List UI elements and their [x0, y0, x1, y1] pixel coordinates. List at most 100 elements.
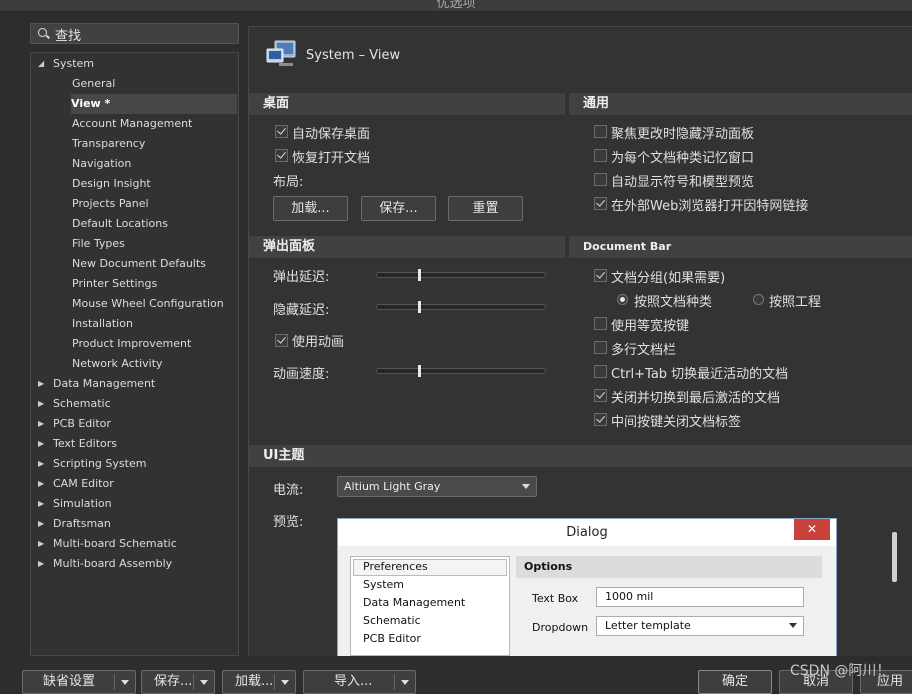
- theme-select[interactable]: Altium Light Gray: [337, 476, 537, 497]
- save-layout-button[interactable]: 保存...: [361, 196, 436, 221]
- ok-button[interactable]: 确定: [698, 670, 772, 694]
- ctrl-tab-checkbox[interactable]: [594, 365, 607, 378]
- theme-current-label: 电流:: [273, 483, 304, 498]
- collapsed-arrow-icon[interactable]: ▶: [38, 514, 44, 534]
- equal-width-checkbox[interactable]: [594, 317, 607, 330]
- autosave-desktop-checkbox[interactable]: [275, 125, 288, 138]
- tree-item[interactable]: Mouse Wheel Configuration: [72, 294, 224, 314]
- tree-item[interactable]: Product Improvement: [72, 334, 191, 354]
- collapsed-arrow-icon[interactable]: ▶: [38, 494, 44, 514]
- remember-windows-checkbox[interactable]: [594, 149, 607, 162]
- tree-item-label: Default Locations: [72, 217, 168, 230]
- tree-item[interactable]: Printer Settings: [72, 274, 157, 294]
- defaults-button[interactable]: 缺省设置: [22, 670, 136, 694]
- tree-item[interactable]: ▶ Draftsman: [38, 514, 111, 534]
- chevron-down-icon[interactable]: [281, 680, 289, 685]
- load-prefs-button[interactable]: 加载...: [222, 670, 296, 694]
- collapsed-arrow-icon[interactable]: ▶: [38, 554, 44, 574]
- middle-close-label: 中间按键关闭文档标签: [611, 415, 742, 430]
- tree-item[interactable]: Navigation: [72, 154, 131, 174]
- tree-item[interactable]: Design Insight: [72, 174, 151, 194]
- auto-preview-checkbox[interactable]: [594, 173, 607, 186]
- import-button[interactable]: 导入...: [303, 670, 416, 694]
- collapsed-arrow-icon[interactable]: ▶: [38, 434, 44, 454]
- collapsed-arrow-icon[interactable]: ▶: [38, 534, 44, 554]
- tree-item[interactable]: New Document Defaults: [72, 254, 206, 274]
- tree-item-label: View *: [71, 97, 111, 110]
- reset-layout-button[interactable]: 重置: [448, 196, 523, 221]
- chevron-down-icon[interactable]: [401, 680, 409, 685]
- tree-item-label: Text Editors: [53, 437, 118, 450]
- popup-section-header: 弹出面板: [249, 236, 565, 258]
- search-icon: [38, 28, 47, 37]
- tree-item[interactable]: Default Locations: [72, 214, 168, 234]
- preferences-tree[interactable]: ◢ System General View * Account Management Tr…: [30, 52, 239, 656]
- collapsed-arrow-icon[interactable]: ▶: [38, 374, 44, 394]
- expanded-arrow-icon[interactable]: ◢: [38, 54, 44, 74]
- tree-item[interactable]: ▶ PCB Editor: [38, 414, 111, 434]
- chevron-down-icon[interactable]: [121, 680, 129, 685]
- preview-dialog-title: Dialog: [338, 519, 836, 546]
- scrollbar-thumb[interactable]: [892, 532, 897, 582]
- watermark: CSDN @阿川！: [790, 663, 891, 679]
- group-by-kind-radio[interactable]: [617, 294, 628, 305]
- tree-item-label: Multi-board Schematic: [53, 537, 177, 550]
- restore-docs-checkbox[interactable]: [275, 149, 288, 162]
- hide-delay-thumb[interactable]: [418, 301, 421, 313]
- collapsed-arrow-icon[interactable]: ▶: [38, 414, 44, 434]
- search-placeholder: 查找: [55, 29, 82, 44]
- popup-delay-thumb[interactable]: [418, 269, 421, 281]
- use-animation-checkbox[interactable]: [275, 334, 288, 347]
- tree-item-label: Mouse Wheel Configuration: [72, 297, 224, 310]
- close-switch-checkbox[interactable]: [594, 389, 607, 402]
- chevron-down-icon[interactable]: [200, 680, 208, 685]
- tree-item[interactable]: ▶ Text Editors: [38, 434, 118, 454]
- tree-item[interactable]: Projects Panel: [72, 194, 149, 214]
- tree-item[interactable]: ▶ Multi-board Assembly: [38, 554, 172, 574]
- tree-item[interactable]: View *: [71, 94, 237, 114]
- animation-speed-slider[interactable]: [376, 365, 546, 377]
- collapsed-arrow-icon[interactable]: ▶: [38, 474, 44, 494]
- load-layout-button[interactable]: 加载...: [273, 196, 348, 221]
- tree-item[interactable]: ▶ Data Management: [38, 374, 155, 394]
- hide-floating-panels-checkbox[interactable]: [594, 125, 607, 138]
- multi-row-checkbox[interactable]: [594, 341, 607, 354]
- animation-speed-thumb[interactable]: [418, 365, 421, 377]
- save-prefs-button[interactable]: 保存...: [141, 670, 215, 694]
- tree-item-label: Transparency: [72, 137, 146, 150]
- preview-dropdown-value: Letter template: [605, 619, 691, 632]
- tree-item[interactable]: General: [72, 74, 115, 94]
- monitor-icon: [266, 40, 296, 66]
- tree-item[interactable]: Network Activity: [72, 354, 163, 374]
- group-by-project-radio[interactable]: [753, 294, 764, 305]
- tree-item-label: Draftsman: [53, 517, 111, 530]
- tree-item-label: Printer Settings: [72, 277, 158, 290]
- collapsed-arrow-icon[interactable]: ▶: [38, 394, 44, 414]
- collapsed-arrow-icon[interactable]: ▶: [38, 454, 44, 474]
- external-browser-checkbox[interactable]: [594, 197, 607, 210]
- tree-item[interactable]: File Types: [72, 234, 125, 254]
- tree-item[interactable]: ▶ Schematic: [38, 394, 111, 414]
- restore-docs-label: 恢复打开文档: [292, 151, 371, 166]
- tree-item[interactable]: Account Management: [72, 114, 192, 134]
- footer-bar: 缺省设置 保存... 加载... 导入... 确定 取消 应用: [0, 662, 912, 694]
- tree-item[interactable]: Installation: [72, 314, 133, 334]
- tree-item[interactable]: Transparency: [72, 134, 145, 154]
- preview-label: 预览:: [273, 515, 304, 530]
- tree-item[interactable]: ◢ System: [38, 54, 94, 74]
- middle-close-checkbox[interactable]: [594, 413, 607, 426]
- hide-delay-slider[interactable]: [376, 301, 546, 313]
- preview-textbox-label: Text Box: [532, 592, 579, 605]
- tree-item[interactable]: ▶ Scripting System: [38, 454, 147, 474]
- group-documents-checkbox[interactable]: [594, 269, 607, 282]
- tree-item[interactable]: ▶ Simulation: [38, 494, 112, 514]
- tree-item-label: Schematic: [53, 397, 111, 410]
- popup-delay-slider[interactable]: [376, 269, 546, 281]
- search-input[interactable]: 查找: [30, 23, 239, 44]
- tree-item[interactable]: ▶ Multi-board Schematic: [38, 534, 177, 554]
- panel-scrollbar[interactable]: [890, 518, 899, 646]
- tree-item-label: Scripting System: [53, 457, 147, 470]
- tree-item[interactable]: ▶ CAM Editor: [38, 474, 114, 494]
- chevron-down-icon: [789, 623, 797, 628]
- tree-item-label: Network Activity: [72, 357, 163, 370]
